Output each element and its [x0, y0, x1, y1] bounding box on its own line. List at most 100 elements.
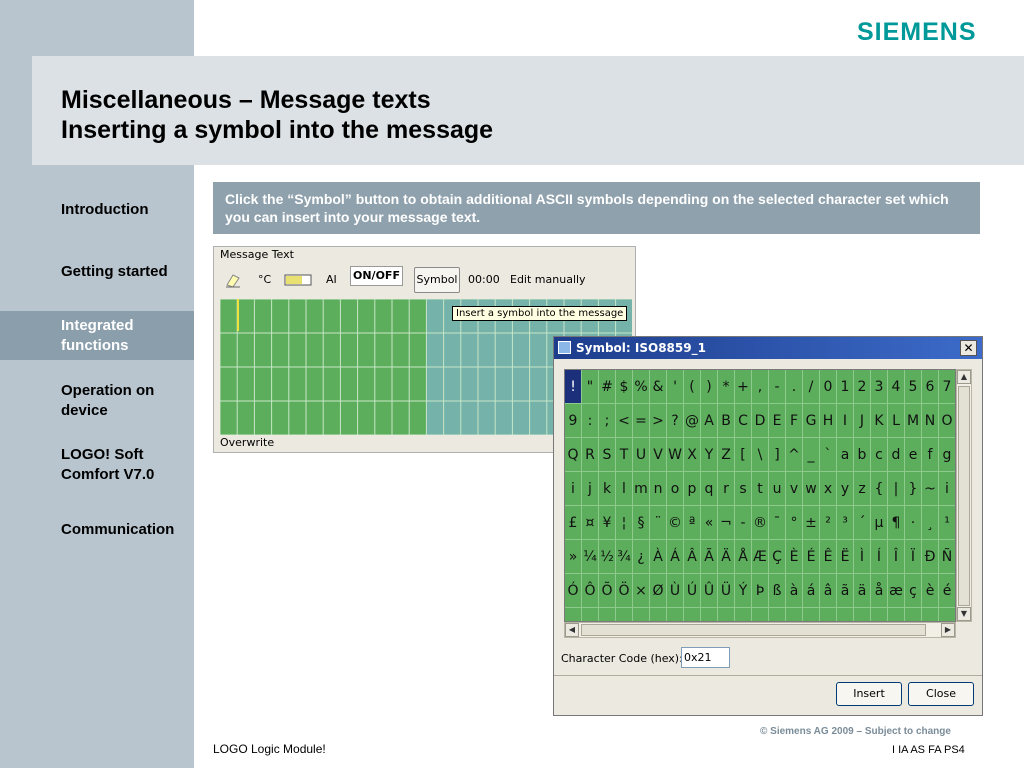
character-cell[interactable]: 9: [565, 404, 582, 438]
character-cell[interactable]: U: [633, 438, 650, 472]
character-cell[interactable]: O: [939, 404, 955, 438]
character-cell[interactable]: C: [735, 404, 752, 438]
character-grid[interactable]: ! " # $% & '() * +, -./0 1 2 3 4 5 6 7 9:; < = >? @ A B C D E F G H I…: [564, 369, 956, 622]
character-cell[interactable]: ´: [854, 506, 871, 540]
character-cell[interactable]: Ñ: [939, 540, 955, 574]
character-cell[interactable]: Ë: [837, 540, 854, 574]
analog-bar-icon[interactable]: [284, 269, 312, 291]
character-cell[interactable]: !: [565, 370, 582, 404]
character-cell[interactable]: {: [871, 472, 888, 506]
character-cell[interactable]: Ä: [718, 540, 735, 574]
character-cell-partial[interactable]: [939, 608, 955, 621]
character-cell[interactable]: c: [871, 438, 888, 472]
character-cell[interactable]: H: [820, 404, 837, 438]
vertical-scrollbar[interactable]: ▲ ▼: [956, 369, 972, 622]
character-cell[interactable]: t: [752, 472, 769, 506]
character-cell-partial[interactable]: [582, 608, 599, 621]
sidebar-item-integrated-functions[interactable]: Integrated functions: [61, 316, 193, 356]
character-cell[interactable]: ¯: [769, 506, 786, 540]
character-cell[interactable]: Ê: [820, 540, 837, 574]
character-cell[interactable]: q: [701, 472, 718, 506]
character-cell[interactable]: E: [769, 404, 786, 438]
character-cell[interactable]: ¿: [633, 540, 650, 574]
character-cell[interactable]: Ü: [718, 574, 735, 608]
character-cell[interactable]: [: [735, 438, 752, 472]
character-cell-partial[interactable]: [820, 608, 837, 621]
character-cell[interactable]: á: [803, 574, 820, 608]
character-cell[interactable]: M: [905, 404, 922, 438]
character-cell[interactable]: ': [667, 370, 684, 404]
character-cell[interactable]: f: [922, 438, 939, 472]
character-cell[interactable]: F: [786, 404, 803, 438]
character-cell[interactable]: ¼: [582, 540, 599, 574]
eraser-icon[interactable]: [224, 269, 242, 291]
character-cell[interactable]: d: [888, 438, 905, 472]
character-cell[interactable]: ¹: [939, 506, 955, 540]
character-cell-partial[interactable]: [769, 608, 786, 621]
scroll-left-icon[interactable]: ◀: [565, 623, 579, 637]
character-cell[interactable]: ¨: [650, 506, 667, 540]
character-cell[interactable]: ¥: [599, 506, 616, 540]
character-cell[interactable]: l: [616, 472, 633, 506]
character-cell[interactable]: ã: [837, 574, 854, 608]
character-cell[interactable]: µ: [871, 506, 888, 540]
character-cell[interactable]: ×: [633, 574, 650, 608]
character-cell[interactable]: 0: [820, 370, 837, 404]
character-cell[interactable]: Á: [667, 540, 684, 574]
character-cell[interactable]: Õ: [599, 574, 616, 608]
character-cell[interactable]: é: [939, 574, 955, 608]
character-cell[interactable]: ,: [752, 370, 769, 404]
character-cell[interactable]: Ø: [650, 574, 667, 608]
scroll-up-icon[interactable]: ▲: [957, 370, 971, 384]
character-cell-partial[interactable]: [837, 608, 854, 621]
character-cell[interactable]: =: [633, 404, 650, 438]
character-cell[interactable]: ¤: [582, 506, 599, 540]
character-cell-partial[interactable]: [786, 608, 803, 621]
character-cell[interactable]: «: [701, 506, 718, 540]
character-cell-partial[interactable]: [905, 608, 922, 621]
character-cell[interactable]: æ: [888, 574, 905, 608]
character-cell[interactable]: ß: [769, 574, 786, 608]
character-cell[interactable]: J: [854, 404, 871, 438]
character-cell[interactable]: +: [735, 370, 752, 404]
character-cell[interactable]: È: [786, 540, 803, 574]
character-cell[interactable]: v: [786, 472, 803, 506]
character-cell[interactable]: R: [582, 438, 599, 472]
close-icon[interactable]: ✕: [960, 340, 977, 356]
character-cell[interactable]: g: [939, 438, 955, 472]
character-cell[interactable]: X: [684, 438, 701, 472]
character-cell[interactable]: s: [735, 472, 752, 506]
character-cell[interactable]: Ú: [684, 574, 701, 608]
character-cell[interactable]: K: [871, 404, 888, 438]
character-cell[interactable]: V: [650, 438, 667, 472]
character-cell[interactable]: /: [803, 370, 820, 404]
character-cell[interactable]: |: [888, 472, 905, 506]
character-cell[interactable]: b: [854, 438, 871, 472]
character-cell[interactable]: z: [854, 472, 871, 506]
character-cell[interactable]: w: [803, 472, 820, 506]
character-cell[interactable]: Ö: [616, 574, 633, 608]
character-cell[interactable]: ^: [786, 438, 803, 472]
scroll-right-icon[interactable]: ▶: [941, 623, 955, 637]
character-cell[interactable]: .: [786, 370, 803, 404]
character-cell[interactable]: N: [922, 404, 939, 438]
character-cell[interactable]: r: [718, 472, 735, 506]
character-cell[interactable]: T: [616, 438, 633, 472]
character-cell[interactable]: Í: [871, 540, 888, 574]
character-cell[interactable]: Æ: [752, 540, 769, 574]
character-cell[interactable]: }: [905, 472, 922, 506]
character-cell-partial[interactable]: [803, 608, 820, 621]
ai-label[interactable]: AI: [326, 269, 337, 291]
character-code-input[interactable]: 0x21: [681, 647, 730, 668]
character-cell[interactable]: À: [650, 540, 667, 574]
character-cell[interactable]: Î: [888, 540, 905, 574]
character-cell[interactable]: å: [871, 574, 888, 608]
character-cell[interactable]: Ý: [735, 574, 752, 608]
character-cell[interactable]: Å: [735, 540, 752, 574]
character-cell-partial[interactable]: [616, 608, 633, 621]
character-cell[interactable]: Þ: [752, 574, 769, 608]
character-cell[interactable]: ": [582, 370, 599, 404]
character-cell[interactable]: I: [837, 404, 854, 438]
character-cell[interactable]: ²: [820, 506, 837, 540]
character-cell[interactable]: £: [565, 506, 582, 540]
